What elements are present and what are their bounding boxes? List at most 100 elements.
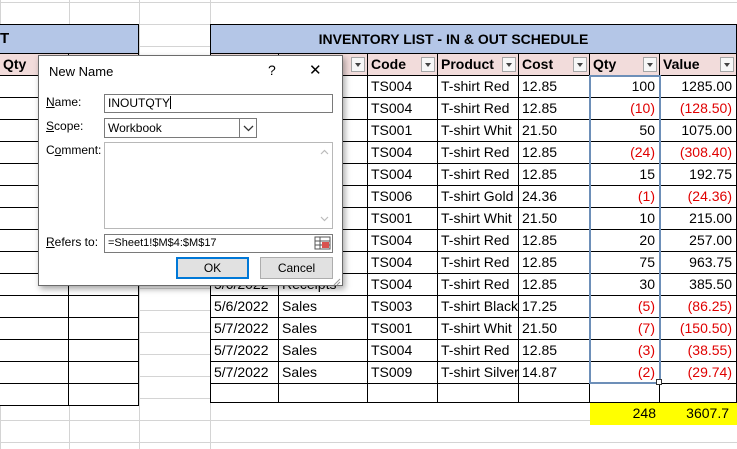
left-table-cell[interactable] <box>0 384 69 406</box>
filter-dropdown-icon[interactable] <box>421 57 435 72</box>
cell-product[interactable]: T-shirt Gold <box>438 186 519 208</box>
cell-cost[interactable]: 12.85 <box>519 142 590 164</box>
cell-cost[interactable]: 12.85 <box>519 98 590 120</box>
cell-value[interactable]: (24.36) <box>660 186 737 208</box>
cell-date[interactable]: 5/7/2022 <box>210 340 279 362</box>
cell-code[interactable]: TS009 <box>368 362 438 384</box>
cell-value[interactable]: 192.75 <box>660 164 737 186</box>
left-table-cell[interactable] <box>0 318 69 340</box>
empty-cell[interactable] <box>368 384 438 403</box>
cell-cost[interactable]: 24.36 <box>519 186 590 208</box>
cell-cost[interactable]: 14.87 <box>519 362 590 384</box>
cell-cost[interactable]: 12.85 <box>519 340 590 362</box>
filter-dropdown-icon[interactable] <box>351 57 365 72</box>
cell-product[interactable]: T-shirt Red <box>438 274 519 296</box>
cell-value[interactable]: (29.74) <box>660 362 737 384</box>
left-table-cell[interactable] <box>0 340 69 362</box>
fill-handle[interactable] <box>656 379 662 385</box>
scrollbar[interactable] <box>319 146 330 225</box>
filter-dropdown-icon[interactable] <box>643 57 657 72</box>
cell-value[interactable]: (128.50) <box>660 98 737 120</box>
header-qty[interactable]: Qty <box>590 54 660 76</box>
cancel-button[interactable]: Cancel <box>260 257 333 279</box>
cell-cost[interactable]: 21.50 <box>519 120 590 142</box>
cell-type[interactable]: Sales <box>279 362 368 384</box>
cell-product[interactable]: T-shirt Red <box>438 340 519 362</box>
empty-cell[interactable] <box>438 384 519 403</box>
cell-code[interactable]: TS004 <box>368 274 438 296</box>
cell-code[interactable]: TS006 <box>368 186 438 208</box>
left-table-cell[interactable] <box>0 362 69 384</box>
cell-code[interactable]: TS004 <box>368 252 438 274</box>
cell-value[interactable]: (308.40) <box>660 142 737 164</box>
cell-value[interactable]: (38.55) <box>660 340 737 362</box>
cell-value[interactable]: (86.25) <box>660 296 737 318</box>
cell-cost[interactable]: 12.85 <box>519 230 590 252</box>
cell-value[interactable]: 1075.00 <box>660 120 737 142</box>
header-code[interactable]: Code <box>368 54 438 76</box>
cell-product[interactable]: T-shirt Red <box>438 164 519 186</box>
total-value-cell[interactable]: 3607.7 <box>660 403 737 425</box>
cell-value[interactable]: 385.50 <box>660 274 737 296</box>
cell-type[interactable]: Sales <box>279 296 368 318</box>
cell-product[interactable]: T-shirt Whit <box>438 120 519 142</box>
range-picker-icon[interactable] <box>314 236 331 251</box>
refers-to-input[interactable]: =Sheet1!$M$4:$M$17 <box>104 234 333 253</box>
header-cost[interactable]: Cost <box>519 54 590 76</box>
cell-code[interactable]: TS004 <box>368 164 438 186</box>
cell-code[interactable]: TS004 <box>368 142 438 164</box>
ok-button[interactable]: OK <box>176 257 249 279</box>
name-input[interactable]: INOUTQTY <box>104 94 333 113</box>
left-table-cell[interactable] <box>69 384 139 406</box>
cell-cost[interactable]: 12.85 <box>519 164 590 186</box>
cell-product[interactable]: T-shirt Red <box>438 98 519 120</box>
cell-date[interactable]: 5/7/2022 <box>210 362 279 384</box>
cell-cost[interactable]: 12.85 <box>519 274 590 296</box>
cell-product[interactable]: T-shirt Red <box>438 142 519 164</box>
comment-textarea[interactable] <box>104 142 333 229</box>
filter-dropdown-icon[interactable] <box>720 57 734 72</box>
cell-product[interactable]: T-shirt Whit <box>438 208 519 230</box>
cell-date[interactable]: 5/7/2022 <box>210 318 279 340</box>
empty-cell[interactable] <box>519 384 590 403</box>
cell-product[interactable]: T-shirt Red <box>438 230 519 252</box>
empty-cell[interactable] <box>590 384 660 403</box>
cell-code[interactable]: TS004 <box>368 230 438 252</box>
cell-cost[interactable]: 17.25 <box>519 296 590 318</box>
cell-cost[interactable]: 12.85 <box>519 76 590 98</box>
help-button[interactable]: ? <box>268 62 276 78</box>
empty-cell[interactable] <box>660 384 737 403</box>
cell-value[interactable]: 257.00 <box>660 230 737 252</box>
cell-value[interactable]: 215.00 <box>660 208 737 230</box>
filter-dropdown-icon[interactable] <box>573 57 587 72</box>
cell-code[interactable]: TS004 <box>368 98 438 120</box>
cell-code[interactable]: TS001 <box>368 120 438 142</box>
header-product[interactable]: Product <box>438 54 519 76</box>
cell-cost[interactable]: 21.50 <box>519 318 590 340</box>
cell-code[interactable]: TS001 <box>368 208 438 230</box>
total-qty-cell[interactable]: 248 <box>590 403 660 425</box>
left-table-cell[interactable] <box>69 340 139 362</box>
left-table-cell[interactable] <box>69 318 139 340</box>
cell-cost[interactable]: 21.50 <box>519 208 590 230</box>
filter-dropdown-icon[interactable] <box>502 57 516 72</box>
cell-product[interactable]: T-shirt Red <box>438 252 519 274</box>
cell-cost[interactable]: 12.85 <box>519 252 590 274</box>
cell-code[interactable]: TS001 <box>368 318 438 340</box>
cell-product[interactable]: T-shirt Silver <box>438 362 519 384</box>
empty-cell[interactable] <box>210 384 279 403</box>
cell-code[interactable]: TS004 <box>368 76 438 98</box>
cell-code[interactable]: TS004 <box>368 340 438 362</box>
left-table-cell[interactable] <box>69 362 139 384</box>
scope-select[interactable]: Workbook <box>104 118 257 138</box>
close-icon[interactable]: ✕ <box>309 61 322 79</box>
header-value[interactable]: Value <box>660 54 737 76</box>
left-table-cell[interactable] <box>0 296 69 318</box>
cell-code[interactable]: TS003 <box>368 296 438 318</box>
empty-cell[interactable] <box>279 384 368 403</box>
chevron-down-icon[interactable] <box>239 119 256 137</box>
cell-product[interactable]: T-shirt Whit <box>438 318 519 340</box>
cell-product[interactable]: T-shirt Red <box>438 76 519 98</box>
cell-product[interactable]: T-shirt Black <box>438 296 519 318</box>
cell-date[interactable]: 5/6/2022 <box>210 296 279 318</box>
